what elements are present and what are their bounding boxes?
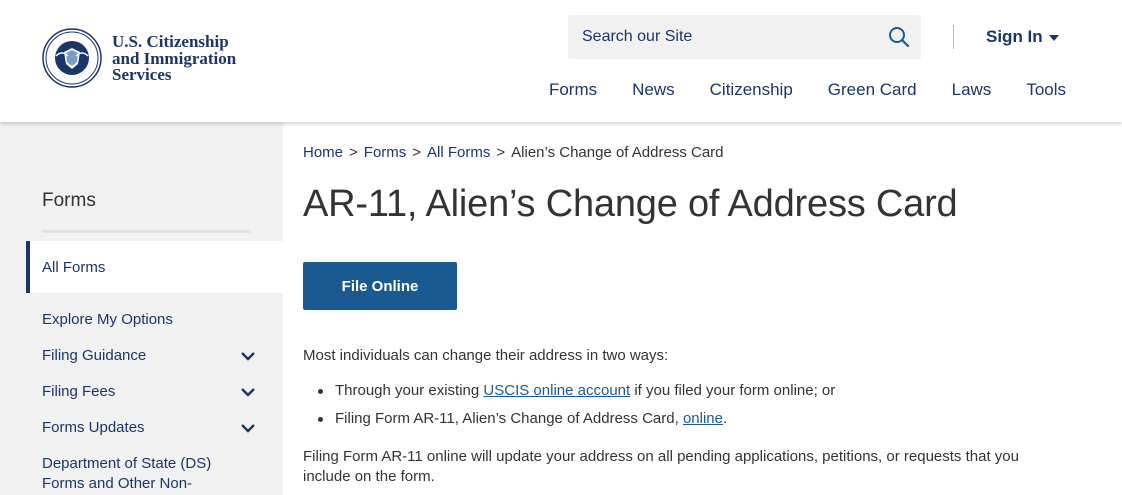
list-item: Through your existing USCIS online accou… bbox=[303, 381, 835, 401]
uscis-online-account-link[interactable]: USCIS online account bbox=[483, 382, 630, 399]
chevron-down-icon[interactable] bbox=[239, 419, 257, 437]
list-item: Filing Form AR-11, Alien’s Change of Add… bbox=[303, 409, 835, 429]
header-divider bbox=[953, 25, 954, 49]
breadcrumb-separator: > bbox=[496, 144, 506, 161]
nav-citizenship[interactable]: Citizenship bbox=[710, 80, 793, 100]
online-link[interactable]: online bbox=[683, 410, 723, 427]
search-input[interactable] bbox=[568, 15, 868, 59]
breadcrumb-current: Alien’s Change of Address Card bbox=[511, 144, 724, 161]
site-search bbox=[568, 15, 921, 59]
list-item-text: . bbox=[723, 410, 728, 427]
sidebar-item-filing-fees[interactable]: Filing Fees bbox=[42, 382, 257, 402]
sidebar-item-all-forms[interactable]: All Forms bbox=[26, 241, 283, 293]
update-address-text: Filing Form AR-11 online will update you… bbox=[303, 448, 1019, 485]
nav-forms[interactable]: Forms bbox=[549, 80, 597, 100]
chevron-down-icon[interactable] bbox=[239, 383, 257, 401]
sidebar: Forms All Forms Explore My Options Filin… bbox=[0, 122, 283, 495]
sidebar-divider bbox=[42, 230, 251, 233]
sidebar-item-label: Filing Guidance bbox=[42, 347, 147, 364]
search-icon bbox=[889, 27, 910, 48]
list-item-text: if you filed your form online; or bbox=[630, 382, 836, 399]
sign-in-button[interactable]: Sign In bbox=[986, 27, 1059, 47]
sidebar-item-label: Filing Fees bbox=[42, 383, 116, 400]
change-address-options: Through your existing USCIS online accou… bbox=[303, 381, 835, 437]
nav-tools[interactable]: Tools bbox=[1026, 80, 1066, 100]
page-title: AR-11, Alien’s Change of Address Card bbox=[303, 183, 958, 225]
breadcrumb-forms[interactable]: Forms bbox=[364, 144, 407, 161]
sidebar-item-label: Department of State (DS) Forms and Other… bbox=[42, 455, 212, 492]
breadcrumb-all-forms[interactable]: All Forms bbox=[427, 144, 490, 161]
agency-name-line: Services bbox=[112, 65, 172, 84]
sidebar-item-explore-my-options[interactable]: Explore My Options bbox=[42, 310, 257, 330]
list-item-text: Filing Form AR-11, Alien’s Change of Add… bbox=[335, 410, 683, 427]
nav-news[interactable]: News bbox=[632, 80, 675, 100]
sidebar-item-forms-updates[interactable]: Forms Updates bbox=[42, 418, 257, 438]
sidebar-title[interactable]: Forms bbox=[42, 190, 96, 212]
search-button[interactable] bbox=[885, 23, 913, 51]
sign-in-label: Sign In bbox=[986, 27, 1043, 46]
agency-name[interactable]: U.S. Citizenship and Immigration Service… bbox=[112, 33, 236, 84]
sidebar-item-label: Explore My Options bbox=[42, 311, 173, 328]
breadcrumb: Home > Forms > All Forms > Alien’s Change of A… bbox=[303, 144, 724, 161]
intro-text: Most individuals can change their addres… bbox=[303, 347, 669, 364]
breadcrumb-home[interactable]: Home bbox=[303, 144, 343, 161]
site-header: U.S. Citizenship and Immigration Service… bbox=[0, 0, 1122, 122]
sidebar-item-filing-guidance[interactable]: Filing Guidance bbox=[42, 346, 257, 366]
caret-down-icon bbox=[1048, 35, 1059, 41]
sidebar-item-label: Forms Updates bbox=[42, 419, 145, 436]
dhs-seal-icon[interactable] bbox=[42, 28, 102, 88]
main-navigation: Forms News Citizenship Green Card Laws T… bbox=[549, 80, 1066, 100]
breadcrumb-separator: > bbox=[412, 144, 422, 161]
chevron-down-icon[interactable] bbox=[239, 347, 257, 365]
file-online-button[interactable]: File Online bbox=[303, 262, 457, 310]
sidebar-item-department-of-state-forms[interactable]: Department of State (DS) Forms and Other… bbox=[42, 454, 222, 494]
nav-green-card[interactable]: Green Card bbox=[828, 80, 917, 100]
breadcrumb-separator: > bbox=[349, 144, 358, 161]
list-item-text: Through your existing bbox=[335, 382, 484, 399]
nav-laws[interactable]: Laws bbox=[952, 80, 992, 100]
